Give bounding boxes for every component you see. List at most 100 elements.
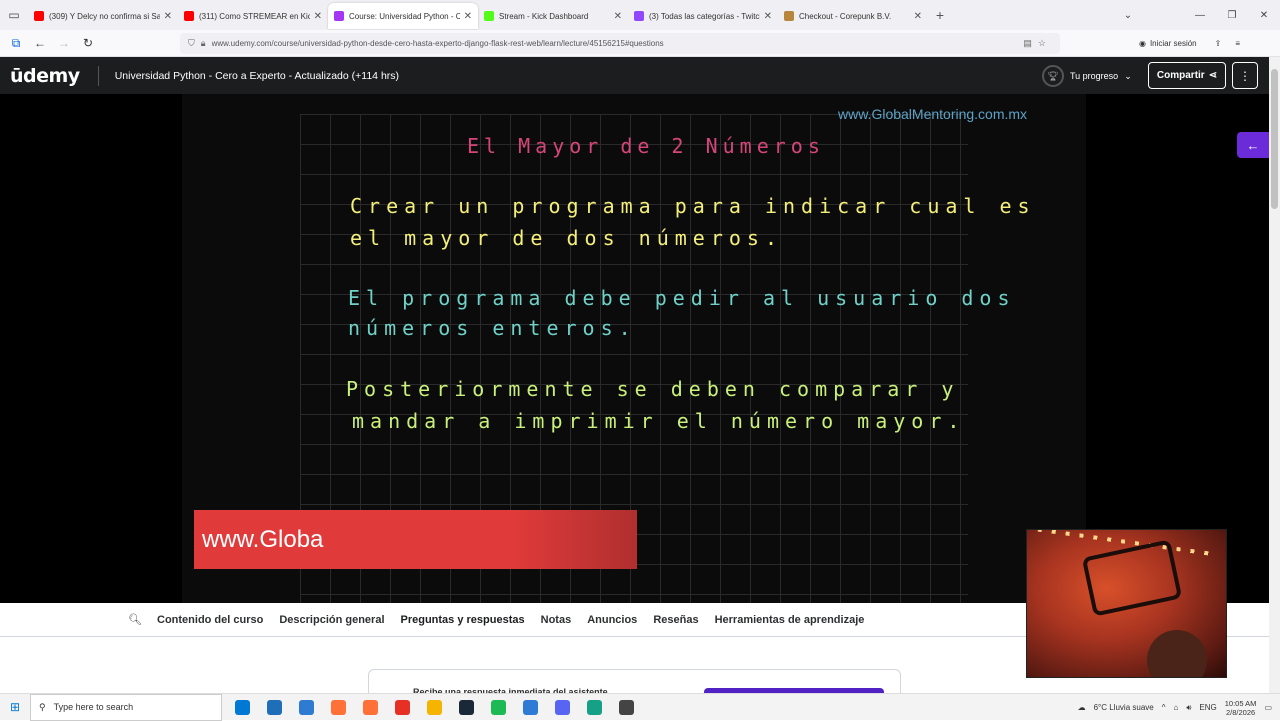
video-player[interactable]: www.GlobalMentoring.com.mx El Mayor de 2…: [0, 94, 1269, 603]
slide-text-line: Crear un programa para indicar cual es: [350, 194, 1036, 218]
reader-view-icon[interactable]: ▤: [1023, 38, 1032, 49]
scrollbar-thumb[interactable]: [1271, 69, 1278, 209]
clock-date: 2/8/2026: [1225, 707, 1256, 717]
close-tab-icon[interactable]: ✕: [614, 11, 622, 22]
tray-overflow-icon[interactable]: ^: [1162, 703, 1166, 712]
taskbar-app-icon[interactable]: [418, 694, 450, 721]
app-glyph: [426, 699, 442, 715]
clock[interactable]: 10:05 AM 2/8/2026: [1225, 699, 1257, 717]
course-tab[interactable]: Herramientas de aprendizaje: [715, 614, 865, 626]
taskbar-app-icon[interactable]: [322, 694, 354, 721]
weather-text[interactable]: 6°C Lluvia suave: [1094, 703, 1154, 712]
favicon-icon: [634, 11, 644, 21]
browser-tab[interactable]: (309) Y Delcy no confirma si Sa ✕: [28, 3, 178, 29]
notifications-icon[interactable]: ▭: [1264, 703, 1272, 712]
windows-start-icon[interactable]: ⊞: [0, 700, 30, 714]
restore-icon[interactable]: ❐: [1216, 10, 1248, 21]
course-tab[interactable]: Contenido del curso: [157, 614, 263, 626]
favicon-icon: [334, 11, 344, 21]
course-title[interactable]: Universidad Python - Cero a Experto - Ac…: [115, 70, 399, 82]
tracking-shield-icon[interactable]: ⛉: [188, 38, 195, 49]
browser-tab[interactable]: Checkout - Corepunk B.V. ✕: [778, 3, 928, 29]
close-tab-icon[interactable]: ✕: [914, 11, 922, 22]
webcam-overlay: [1026, 529, 1227, 678]
taskbar-app-icon[interactable]: [610, 694, 642, 721]
app-glyph: [234, 699, 250, 715]
course-tab[interactable]: Reseñas: [653, 614, 698, 626]
url-text[interactable]: www.udemy.com/course/universidad-python-…: [212, 39, 1024, 48]
close-tab-icon[interactable]: ✕: [464, 11, 472, 22]
back-icon[interactable]: ←: [28, 36, 52, 50]
network-icon[interactable]: ⌂: [1174, 703, 1179, 712]
taskbar-app-icon[interactable]: [482, 694, 514, 721]
header-divider: [97, 65, 99, 86]
taskbar-app-icon[interactable]: [354, 694, 386, 721]
new-tab-icon[interactable]: +: [928, 7, 952, 23]
close-tab-icon[interactable]: ✕: [314, 11, 322, 22]
forward-icon[interactable]: →: [52, 36, 76, 50]
course-tab[interactable]: Anuncios: [587, 614, 637, 626]
extensions-icon[interactable]: ⇪: [1215, 39, 1222, 48]
favicon-icon: [484, 11, 494, 21]
app-glyph: [330, 699, 346, 715]
menu-icon[interactable]: ≡: [1235, 39, 1240, 48]
app-glyph: [394, 699, 410, 715]
lang-indicator[interactable]: ENG: [1199, 703, 1216, 712]
search-icon: ⚲: [39, 701, 46, 712]
tab-list-dropdown-icon[interactable]: ⌄: [1112, 10, 1144, 21]
browser-tab-title: Course: Universidad Python - C: [349, 11, 460, 21]
reload-icon[interactable]: ↻: [76, 36, 100, 50]
progress-dropdown[interactable]: 🏆︎ Tu progreso ⌄: [1042, 65, 1132, 87]
clock-time: 10:05 AM: [1224, 698, 1257, 708]
browser-tab[interactable]: Stream - Kick Dashboard ✕: [478, 3, 628, 29]
slide-text-line: números enteros.: [348, 316, 637, 340]
collapse-sidebar-button[interactable]: ←: [1237, 132, 1269, 158]
trophy-icon: 🏆︎: [1042, 65, 1064, 87]
close-tab-icon[interactable]: ✕: [764, 11, 772, 22]
taskbar-app-icon[interactable]: [290, 694, 322, 721]
chevron-down-icon: ⌄: [1124, 70, 1132, 81]
course-tab[interactable]: Descripción general: [279, 614, 384, 626]
course-tab[interactable]: Notas: [541, 614, 572, 626]
share-button[interactable]: Compartir ⋖: [1148, 62, 1226, 89]
course-tab[interactable]: Preguntas y respuestas: [401, 614, 525, 626]
browser-tab[interactable]: (311) Como STREMEAR en Kick ✕: [178, 3, 328, 29]
sign-in-button[interactable]: ◉ Iniciar sesión ⇪ ≡: [1139, 39, 1240, 48]
taskbar-app-icon[interactable]: [514, 694, 546, 721]
taskbar-app-icon[interactable]: [226, 694, 258, 721]
taskbar-app-icon[interactable]: [578, 694, 610, 721]
lower-third-banner: www.Globa: [194, 510, 637, 569]
bookmark-star-icon[interactable]: ☆: [1038, 38, 1046, 49]
minimize-icon[interactable]: —: [1184, 10, 1216, 21]
url-bar[interactable]: ⛉ 🔒︎ www.udemy.com/course/universidad-py…: [180, 32, 1060, 54]
sidebar-toggle-icon[interactable]: ⧉: [4, 36, 28, 51]
taskbar-app-icon[interactable]: [386, 694, 418, 721]
pinned-apps: [226, 694, 642, 721]
search-icon[interactable]: 🔍︎: [128, 613, 146, 626]
wall-sign: [1081, 539, 1183, 617]
browser-tab[interactable]: Course: Universidad Python - C ✕: [328, 3, 478, 29]
taskbar-app-icon[interactable]: [258, 694, 290, 721]
browser-tab-title: Stream - Kick Dashboard: [499, 11, 589, 21]
app-glyph: [490, 699, 506, 715]
taskbar-search[interactable]: ⚲ Type here to search: [30, 693, 222, 721]
close-tab-icon[interactable]: ✕: [164, 11, 172, 22]
tab-overview-icon[interactable]: ▭: [0, 0, 28, 30]
app-glyph: [618, 699, 634, 715]
taskbar-app-icon[interactable]: [450, 694, 482, 721]
more-options-button[interactable]: ⋮: [1232, 62, 1258, 89]
browser-tab[interactable]: (3) Todas las categorías - Twitch ✕: [628, 3, 778, 29]
video-watermark: www.GlobalMentoring.com.mx: [838, 106, 1028, 122]
weather-icon[interactable]: ☁︎: [1078, 703, 1086, 712]
windows-taskbar: ⊞ ⚲ Type here to search ☁︎ 6°C Lluvia su…: [0, 693, 1280, 721]
udemy-logo[interactable]: ūdemy: [10, 65, 80, 87]
volume-icon[interactable]: 🔊︎: [1186, 703, 1191, 713]
slide-text-line: El programa debe pedir al usuario dos: [348, 286, 1016, 310]
window-controls: ⌄ — ❐ ✕: [1112, 0, 1280, 30]
taskbar-app-icon[interactable]: [546, 694, 578, 721]
account-icon: ◉: [1138, 38, 1146, 48]
close-window-icon[interactable]: ✕: [1248, 10, 1280, 21]
lock-icon[interactable]: 🔒︎: [201, 38, 206, 49]
share-icon: ⋖: [1208, 70, 1218, 81]
page-scrollbar[interactable]: [1269, 57, 1280, 693]
